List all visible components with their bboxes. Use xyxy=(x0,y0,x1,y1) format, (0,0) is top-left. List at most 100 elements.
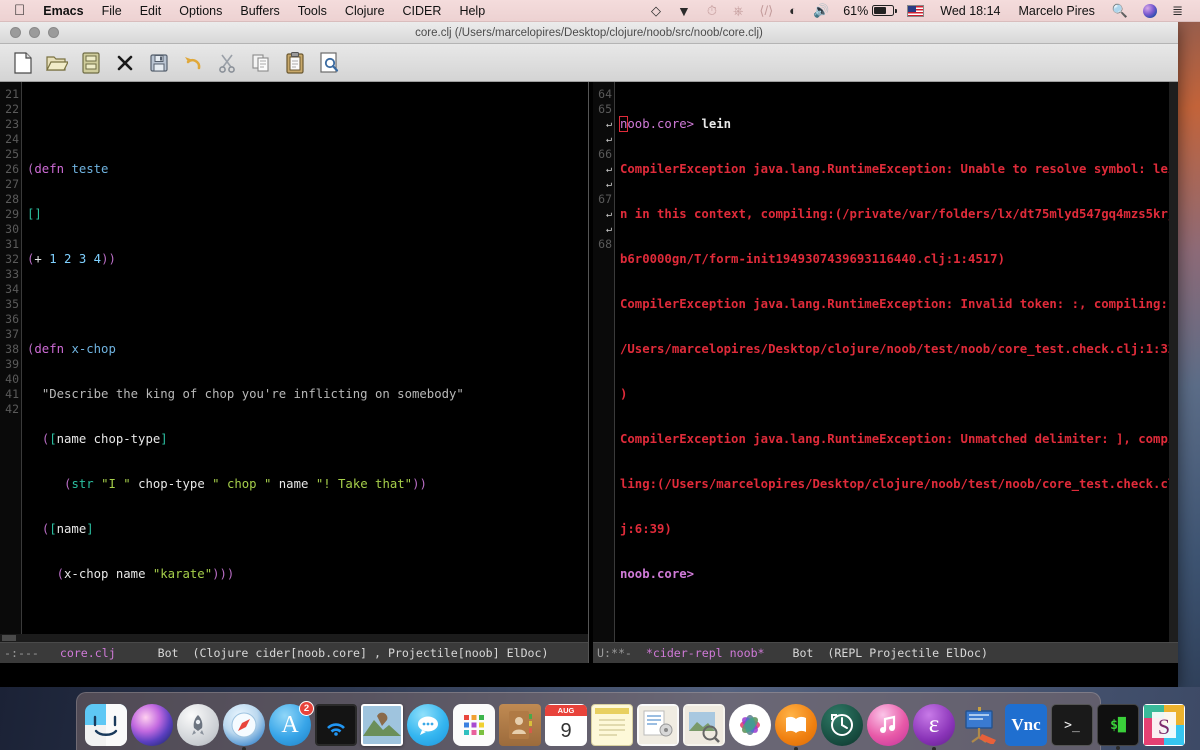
code-line: (+ 1 2 3 4)) xyxy=(27,252,116,266)
dock-item-siri[interactable] xyxy=(131,704,173,746)
battery-icon xyxy=(872,5,897,16)
code-line: [] xyxy=(27,207,42,221)
dock-item-emacs[interactable]: ε xyxy=(913,704,955,750)
angle-brackets-icon[interactable]: ⟨/⟩ xyxy=(751,0,781,22)
repl-line: ling:(/Users/marcelopires/Desktop/clojur… xyxy=(620,477,1176,491)
dock-item-itunes[interactable] xyxy=(867,704,909,746)
repl-line: /Users/marcelopires/Desktop/clojure/noob… xyxy=(620,342,1176,356)
dock-item-launchpad[interactable] xyxy=(177,704,219,746)
battery-status[interactable]: 61% xyxy=(837,4,900,18)
menubar-clock[interactable]: Wed 18:14 xyxy=(931,0,1009,22)
line-number-gutter: 21 22 23 24 25 26 27 28 29 30 31 32 33 34 35 36 37 38 3… xyxy=(0,82,22,642)
code-line: (x-chop name "karate"))) xyxy=(56,567,235,581)
repl-modeline-position: Bot xyxy=(792,646,814,660)
wifi-icon[interactable]: ◐ xyxy=(781,0,805,22)
dock-item-pages[interactable] xyxy=(637,704,679,746)
window-controls[interactable] xyxy=(0,27,59,38)
code-line: (defn x-chop xyxy=(27,342,116,356)
dock-item-safari[interactable] xyxy=(223,704,265,750)
undo-button[interactable] xyxy=(178,48,208,78)
dropbox-icon[interactable]: ◇ xyxy=(643,0,669,22)
dock-item-preview[interactable] xyxy=(683,704,725,746)
dock-item-contacts[interactable] xyxy=(499,704,541,746)
repl-line: ) xyxy=(620,387,628,401)
dired-button[interactable] xyxy=(76,48,106,78)
code-line: ([name chop-type] xyxy=(41,432,168,446)
repl-modeline: U:**- *cider-repl noob* Bot (REPL Projec… xyxy=(593,642,1178,663)
repl-line: CompilerException java.lang.RuntimeExcep… xyxy=(620,297,1176,311)
cut-button[interactable] xyxy=(212,48,242,78)
dock-item-keynote[interactable] xyxy=(959,704,1001,746)
apple-icon[interactable]:  xyxy=(12,1,34,21)
repl-text-area[interactable]: 64 65 ↵ ↵ 66 ↵ ↵ 67 ↵ ↵ 68 noob.core> lein Com… xyxy=(593,82,1178,642)
dock-item-iterm[interactable]: $█ xyxy=(1097,704,1139,750)
buffer-split: 21 22 23 24 25 26 27 28 29 30 31 32 33 34 35 36 37 38 3… xyxy=(0,82,1178,663)
calendar-day: 9 xyxy=(560,719,572,742)
source-buffer[interactable]: 21 22 23 24 25 26 27 28 29 30 31 32 33 34 35 36 37 38 3… xyxy=(0,82,588,663)
dock-item-finder[interactable] xyxy=(85,704,127,746)
repl-modeline-modes: (REPL Projectile ElDoc) xyxy=(827,646,988,660)
menu-item-cider[interactable]: CIDER xyxy=(394,0,451,22)
open-file-button[interactable] xyxy=(42,48,72,78)
dock-item-mail[interactable] xyxy=(361,704,403,746)
minimize-window-button[interactable] xyxy=(29,27,40,38)
code-line: ([name] xyxy=(41,522,94,536)
horizontal-scrollbar[interactable] xyxy=(0,634,588,642)
repl-output[interactable]: noob.core> lein CompilerException java.l… xyxy=(615,82,1178,642)
menu-item-help[interactable]: Help xyxy=(450,0,494,22)
search-button[interactable] xyxy=(314,48,344,78)
code-line: (defn teste xyxy=(27,162,109,176)
dock-item-terminal[interactable]: >_ xyxy=(1051,704,1093,746)
us-flag-icon[interactable] xyxy=(907,4,925,17)
dock-item-app-store[interactable]: A 2 xyxy=(269,701,314,746)
menu-item-clojure[interactable]: Clojure xyxy=(336,0,394,22)
bluetooth-icon[interactable]: ⎈ xyxy=(725,0,751,22)
menu-item-edit[interactable]: Edit xyxy=(131,0,171,22)
copy-button[interactable] xyxy=(246,48,276,78)
siri-icon[interactable] xyxy=(1143,3,1158,18)
menu-item-buffers[interactable]: Buffers xyxy=(231,0,288,22)
dock-item-time-machine[interactable] xyxy=(821,704,863,746)
code-line: (str "I " chop-type " chop " name "! Tak… xyxy=(64,477,427,491)
zoom-window-button[interactable] xyxy=(48,27,59,38)
repl-vertical-scrollbar[interactable] xyxy=(1169,82,1178,642)
flag-icon[interactable]: ▼ xyxy=(669,0,699,22)
repl-buffer[interactable]: 64 65 ↵ ↵ 66 ↵ ↵ 67 ↵ ↵ 68 noob.core> lein Com… xyxy=(593,82,1178,663)
save-button[interactable] xyxy=(144,48,174,78)
menu-bar:  Emacs File Edit Options Buffers Tools … xyxy=(0,0,1200,22)
search-icon[interactable]: 🔍 xyxy=(1104,0,1136,22)
dock-item-vnc-viewer[interactable]: Vnc xyxy=(1005,704,1047,746)
source-text-area[interactable]: 21 22 23 24 25 26 27 28 29 30 31 32 33 34 35 36 37 38 3… xyxy=(0,82,588,642)
menu-item-options[interactable]: Options xyxy=(170,0,231,22)
dock-item-dashboard[interactable] xyxy=(453,704,495,746)
dock-item-ibooks[interactable] xyxy=(775,704,817,750)
new-file-button[interactable] xyxy=(8,48,38,78)
app-store-badge: 2 xyxy=(299,701,314,716)
dock-item-slack[interactable]: S xyxy=(1143,704,1185,746)
close-icon[interactable] xyxy=(110,48,140,78)
source-modeline: -:--- core.clj Bot (Clojure cider[noob.c… xyxy=(0,642,588,663)
menubar-username[interactable]: Marcelo Pires xyxy=(1009,0,1103,22)
volume-icon[interactable]: 🔊 xyxy=(805,0,837,22)
svg-text:S: S xyxy=(1158,714,1170,739)
close-window-button[interactable] xyxy=(10,27,21,38)
window-title: core.clj (/Users/marcelopires/Desktop/cl… xyxy=(415,26,763,39)
dock-item-messages[interactable] xyxy=(407,704,449,746)
clock-icon[interactable]: ⏱ xyxy=(699,0,725,22)
dock-item-airplay-display[interactable] xyxy=(315,704,357,746)
notification-center-icon[interactable]: ≣ xyxy=(1164,0,1191,22)
dock-item-notes[interactable] xyxy=(591,704,633,746)
repl-line: b6r0000gn/T/form-init1949307439693116440… xyxy=(620,252,1005,266)
emacs-toolbar xyxy=(0,44,1178,82)
source-code[interactable]: (defn teste [] (+ 1 2 3 4)) (defn x-chop… xyxy=(22,82,588,642)
dock-item-calendar[interactable]: AUG 9 xyxy=(545,704,587,746)
menu-item-file[interactable]: File xyxy=(93,0,131,22)
paste-button[interactable] xyxy=(280,48,310,78)
menu-item-tools[interactable]: Tools xyxy=(289,0,336,22)
dock-item-photos[interactable] xyxy=(729,704,771,746)
battery-percent-label: 61% xyxy=(843,3,869,18)
menu-app-name[interactable]: Emacs xyxy=(34,0,92,22)
